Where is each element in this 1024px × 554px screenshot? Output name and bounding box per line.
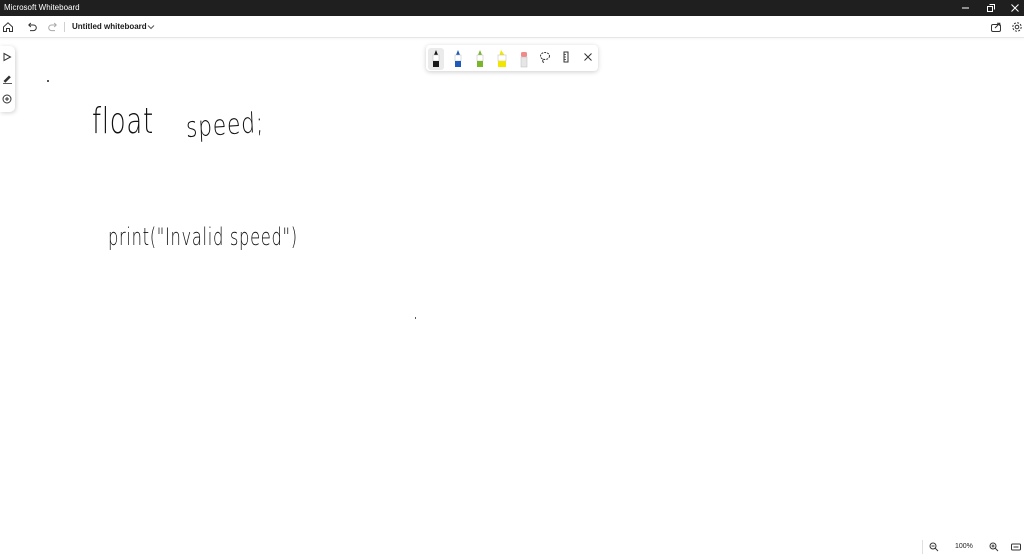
home-button[interactable] (0, 19, 16, 35)
handwriting-speed[interactable]: speed; (185, 106, 264, 144)
divider (64, 22, 65, 32)
chevron-down-icon[interactable] (146, 22, 156, 32)
share-button[interactable] (988, 19, 1004, 35)
whiteboard-canvas[interactable]: float speed; print("Invalid speed") (0, 39, 1024, 535)
share-icon (991, 22, 1001, 32)
restore-icon (987, 4, 995, 12)
home-icon (3, 22, 13, 32)
ink-dot[interactable] (47, 80, 49, 82)
app-bar: Untitled whiteboard (0, 16, 1024, 38)
app-title: Microsoft Whiteboard (4, 3, 80, 12)
close-icon (1011, 4, 1019, 12)
title-bar: Microsoft Whiteboard (0, 0, 1024, 16)
fit-to-screen-icon[interactable] (1011, 542, 1021, 552)
redo-button[interactable] (45, 19, 61, 35)
zoom-bar: 100% (922, 540, 1024, 554)
zoom-in-icon[interactable] (989, 542, 999, 552)
minimize-button[interactable] (954, 0, 978, 16)
restore-button[interactable] (979, 0, 1003, 16)
zoom-level[interactable]: 100% (955, 543, 973, 550)
zoom-out-icon[interactable] (929, 542, 939, 552)
undo-button[interactable] (24, 19, 40, 35)
settings-button[interactable] (1009, 19, 1024, 35)
gear-icon (1012, 22, 1022, 32)
handwriting-float[interactable]: float (92, 101, 154, 142)
close-window-button[interactable] (1003, 0, 1024, 16)
handwriting-print[interactable]: print("Invalid speed") (108, 223, 298, 251)
redo-icon (48, 22, 57, 32)
ink-dot[interactable] (415, 317, 416, 319)
board-title[interactable]: Untitled whiteboard (72, 22, 147, 31)
undo-icon (28, 22, 37, 32)
minimize-icon (962, 7, 969, 9)
